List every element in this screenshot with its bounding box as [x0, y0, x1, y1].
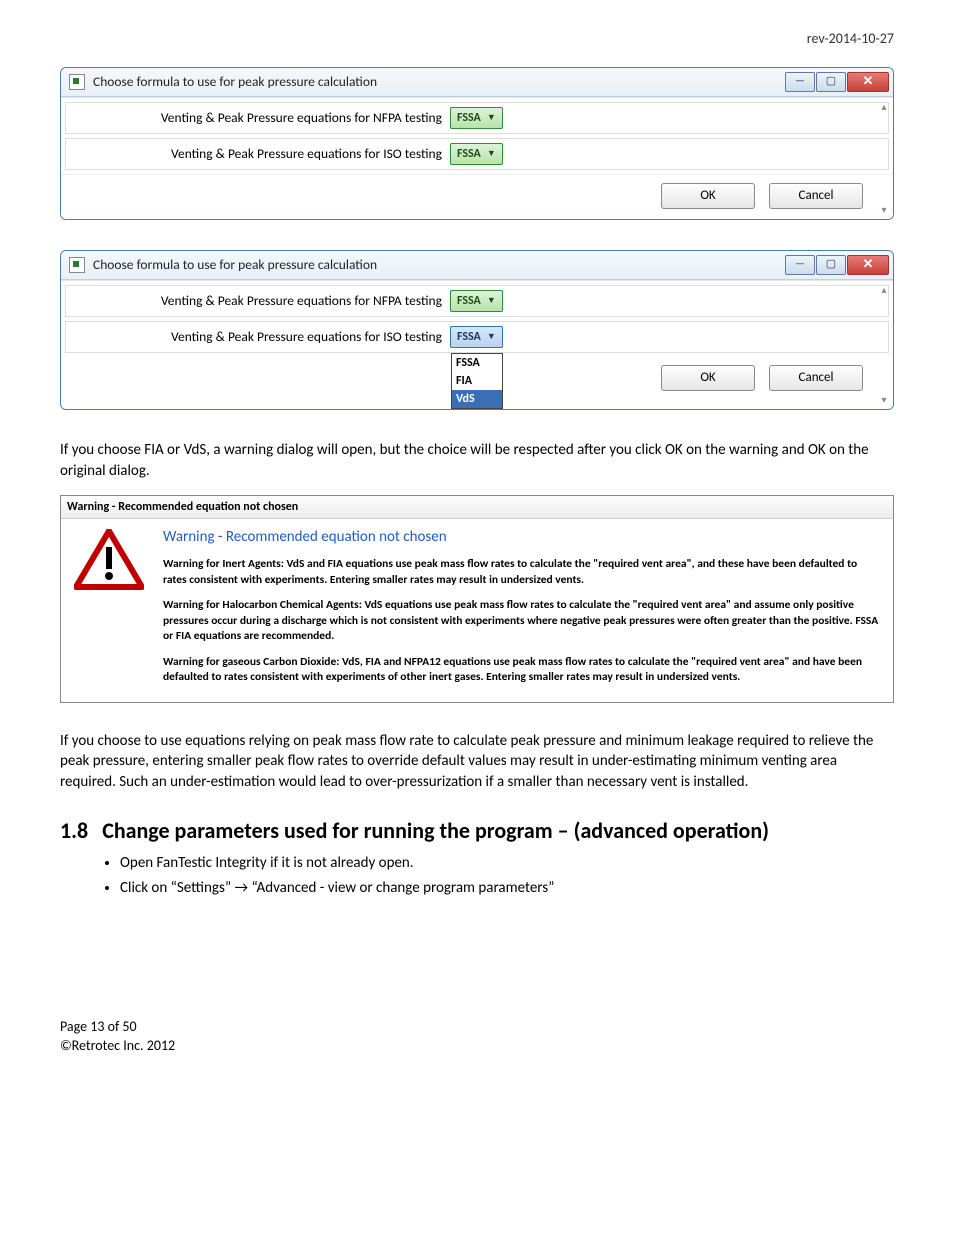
warning-icon — [74, 529, 144, 591]
close-button[interactable]: ✕ — [847, 255, 889, 275]
titlebar[interactable]: Choose formula to use for peak pressure … — [61, 68, 893, 97]
step-2-part-a: Click on “Settings” — [120, 879, 235, 897]
cancel-button[interactable]: Cancel — [769, 183, 863, 209]
revision-label: rev-2014-10-27 — [60, 30, 894, 49]
warning-titlebar: Warning - Recommended equation not chose… — [61, 496, 893, 519]
combo-value: FSSA — [457, 329, 481, 345]
formula-dialog-1: Choose formula to use for peak pressure … — [60, 67, 894, 220]
section-title: Change parameters used for running the p… — [102, 816, 769, 846]
iso-label: Venting & Peak Pressure equations for IS… — [72, 145, 442, 163]
warning-dialog: Warning - Recommended equation not chose… — [60, 495, 894, 703]
nfpa-combo[interactable]: FSSA ▼ — [450, 107, 503, 129]
step-2-part-b: “Advanced - view or change program param… — [252, 879, 555, 897]
page-number: Page 13 of 50 — [60, 1018, 894, 1037]
minimize-button[interactable]: — — [785, 255, 815, 275]
iso-label: Venting & Peak Pressure equations for IS… — [72, 328, 442, 346]
combo-value: FSSA — [457, 110, 481, 126]
warning-headline: Warning - Recommended equation not chose… — [163, 527, 883, 547]
warning-msg-3: Warning for gaseous Carbon Dioxide: VdS,… — [163, 655, 883, 686]
step-2: Click on “Settings” → “Advanced - view o… — [120, 878, 894, 898]
chevron-down-icon: ▼ — [487, 331, 496, 343]
option-vds[interactable]: VdS — [452, 390, 502, 408]
option-fssa[interactable]: FSSA — [452, 354, 502, 372]
close-button[interactable]: ✕ — [847, 72, 889, 92]
chevron-down-icon: ▼ — [487, 295, 496, 307]
app-icon — [69, 74, 85, 90]
iso-combo-dropdown: FSSA FIA VdS — [451, 353, 503, 410]
iso-row: Venting & Peak Pressure equations for IS… — [65, 138, 889, 170]
scroll-down-icon[interactable]: ▾ — [877, 393, 891, 407]
arrow-right-icon: → — [235, 879, 249, 897]
scroll-up-icon[interactable]: ▴ — [877, 283, 891, 297]
nfpa-label: Venting & Peak Pressure equations for NF… — [72, 109, 442, 127]
ok-button[interactable]: OK — [661, 183, 755, 209]
paragraph-1: If you choose FIA or VdS, a warning dial… — [60, 440, 894, 481]
warning-msg-2: Warning for Halocarbon Chemical Agents: … — [163, 598, 883, 645]
iso-row: Venting & Peak Pressure equations for IS… — [65, 321, 889, 353]
titlebar[interactable]: Choose formula to use for peak pressure … — [61, 251, 893, 280]
chevron-down-icon: ▼ — [487, 148, 496, 160]
nfpa-combo[interactable]: FSSA ▼ — [450, 290, 503, 312]
maximize-button[interactable]: ▢ — [816, 72, 846, 92]
scroll-down-icon[interactable]: ▾ — [877, 203, 891, 217]
maximize-button[interactable]: ▢ — [816, 255, 846, 275]
nfpa-row: Venting & Peak Pressure equations for NF… — [65, 285, 889, 317]
combo-value: FSSA — [457, 146, 481, 162]
dialog-title: Choose formula to use for peak pressure … — [93, 256, 377, 274]
combo-value: FSSA — [457, 293, 481, 309]
warning-msg-1: Warning for Inert Agents: VdS and FIA eq… — [163, 557, 883, 588]
minimize-button[interactable]: — — [785, 72, 815, 92]
option-fia[interactable]: FIA — [452, 372, 502, 390]
scroll-up-icon[interactable]: ▴ — [877, 100, 891, 114]
paragraph-2: If you choose to use equations relying o… — [60, 731, 894, 792]
step-1: Open FanTestic Integrity if it is not al… — [120, 853, 894, 873]
nfpa-row: Venting & Peak Pressure equations for NF… — [65, 102, 889, 134]
ok-button[interactable]: OK — [661, 365, 755, 391]
dialog-title: Choose formula to use for peak pressure … — [93, 73, 377, 91]
copyright: ©Retrotec Inc. 2012 — [60, 1037, 894, 1056]
chevron-down-icon: ▼ — [487, 112, 496, 124]
iso-combo-open[interactable]: FSSA ▼ — [450, 326, 503, 348]
formula-dialog-2: Choose formula to use for peak pressure … — [60, 250, 894, 411]
section-heading: 1.8 Change parameters used for running t… — [60, 816, 894, 846]
iso-combo[interactable]: FSSA ▼ — [450, 143, 503, 165]
nfpa-label: Venting & Peak Pressure equations for NF… — [72, 292, 442, 310]
section-number: 1.8 — [60, 816, 88, 846]
app-icon — [69, 257, 85, 273]
cancel-button[interactable]: Cancel — [769, 365, 863, 391]
